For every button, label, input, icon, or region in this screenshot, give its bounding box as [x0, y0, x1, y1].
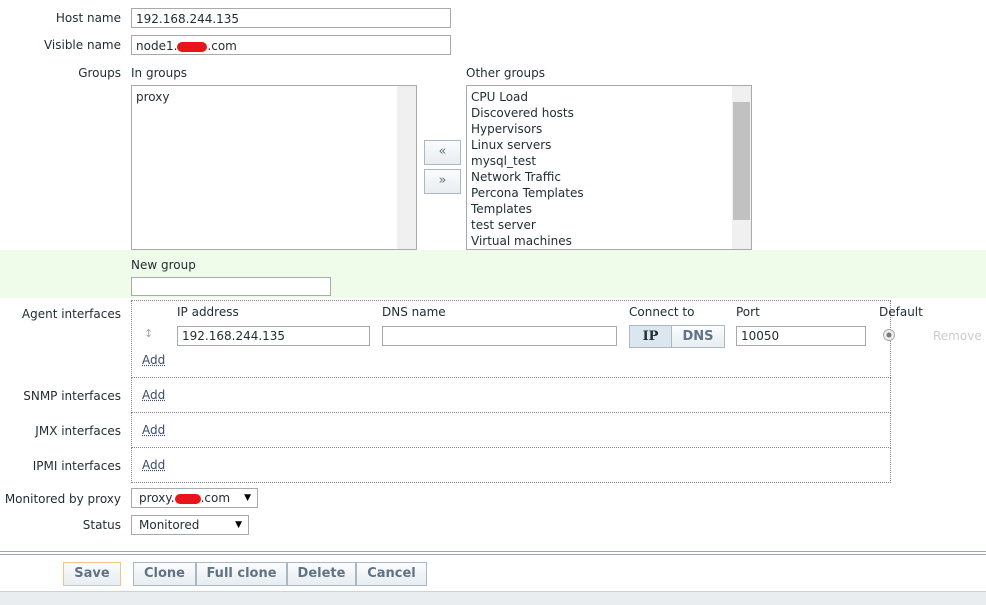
visible-name-label: Visible name [43, 38, 121, 52]
jmx-interfaces-box [131, 413, 891, 448]
connect-dns-button[interactable]: DNS [671, 325, 725, 348]
connect-ip-button[interactable]: IP [629, 325, 672, 348]
list-item[interactable]: test server [467, 217, 751, 233]
proxy-prefix: proxy. [139, 491, 175, 505]
visible-name-input[interactable]: node1. .com [131, 35, 451, 55]
redaction-mark [177, 41, 208, 52]
visible-name-prefix: node1. [136, 39, 178, 53]
groups-label: Groups [78, 66, 121, 80]
scrollbar[interactable] [732, 86, 751, 249]
add-agent-interface-link[interactable]: Add [142, 353, 165, 367]
dns-name-header: DNS name [382, 305, 446, 319]
list-item[interactable]: Percona Templates [467, 185, 751, 201]
list-item[interactable]: Discovered hosts [467, 105, 751, 121]
snmp-interfaces-label: SNMP interfaces [23, 389, 121, 403]
add-snmp-interface-link[interactable]: Add [142, 388, 165, 402]
monitored-by-proxy-label: Monitored by proxy [4, 492, 121, 506]
delete-button[interactable]: Delete [287, 562, 356, 586]
list-item[interactable]: Virtual machines [467, 233, 751, 249]
list-item[interactable]: CPU Load [467, 89, 751, 105]
snmp-interfaces-box [131, 378, 891, 413]
clone-button[interactable]: Clone [133, 562, 196, 586]
default-radio[interactable] [883, 329, 895, 341]
ipmi-interfaces-box [131, 448, 891, 483]
add-ipmi-interface-link[interactable]: Add [142, 458, 165, 472]
add-to-groups-button[interactable]: « [424, 140, 461, 165]
proxy-suffix: .com [200, 491, 231, 505]
port-header: Port [736, 305, 760, 319]
list-item[interactable]: Linux servers [467, 137, 751, 153]
scrollbar[interactable] [397, 86, 416, 249]
new-group-input[interactable] [131, 277, 331, 296]
cancel-button[interactable]: Cancel [356, 562, 427, 586]
host-name-input[interactable]: 192.168.244.135 [131, 8, 451, 28]
ipmi-interfaces-label: IPMI interfaces [32, 459, 121, 473]
agent-dns-input[interactable] [382, 326, 617, 346]
list-item[interactable]: proxy [132, 89, 416, 105]
agent-ip-input[interactable]: 192.168.244.135 [177, 326, 370, 346]
drag-handle-icon[interactable]: ↕ [144, 327, 153, 340]
proxy-select[interactable]: proxy. .com [131, 488, 258, 508]
new-group-label: New group [131, 258, 196, 272]
status-select[interactable]: Monitored [131, 515, 249, 535]
list-item[interactable]: Hypervisors [467, 121, 751, 137]
agent-port-input[interactable]: 10050 [736, 326, 866, 346]
ip-address-header: IP address [177, 305, 239, 319]
status-label: Status [82, 518, 121, 532]
divider [0, 554, 986, 555]
agent-interfaces-label: Agent interfaces [21, 307, 121, 321]
other-groups-list[interactable]: CPU Load Discovered hosts Hypervisors Li… [466, 85, 752, 250]
other-groups-label: Other groups [466, 66, 545, 80]
redaction-mark [174, 493, 201, 504]
jmx-interfaces-label: JMX interfaces [35, 424, 121, 438]
in-groups-label: In groups [131, 66, 188, 80]
in-groups-list[interactable]: proxy [131, 85, 417, 250]
divider [0, 551, 986, 552]
full-clone-button[interactable]: Full clone [196, 562, 287, 586]
remove-from-groups-button[interactable]: » [424, 169, 461, 194]
connect-to-header: Connect to [629, 305, 695, 319]
default-header: Default [879, 305, 923, 319]
remove-interface-link[interactable]: Remove [933, 329, 982, 343]
list-item[interactable]: mysql_test [467, 153, 751, 169]
list-item[interactable]: Templates [467, 201, 751, 217]
list-item[interactable]: Network Traffic [467, 169, 751, 185]
host-name-label: Host name [55, 11, 121, 25]
visible-name-suffix: .com [207, 39, 237, 53]
save-button[interactable]: Save [63, 562, 121, 586]
add-jmx-interface-link[interactable]: Add [142, 423, 165, 437]
footer-band [0, 591, 986, 605]
